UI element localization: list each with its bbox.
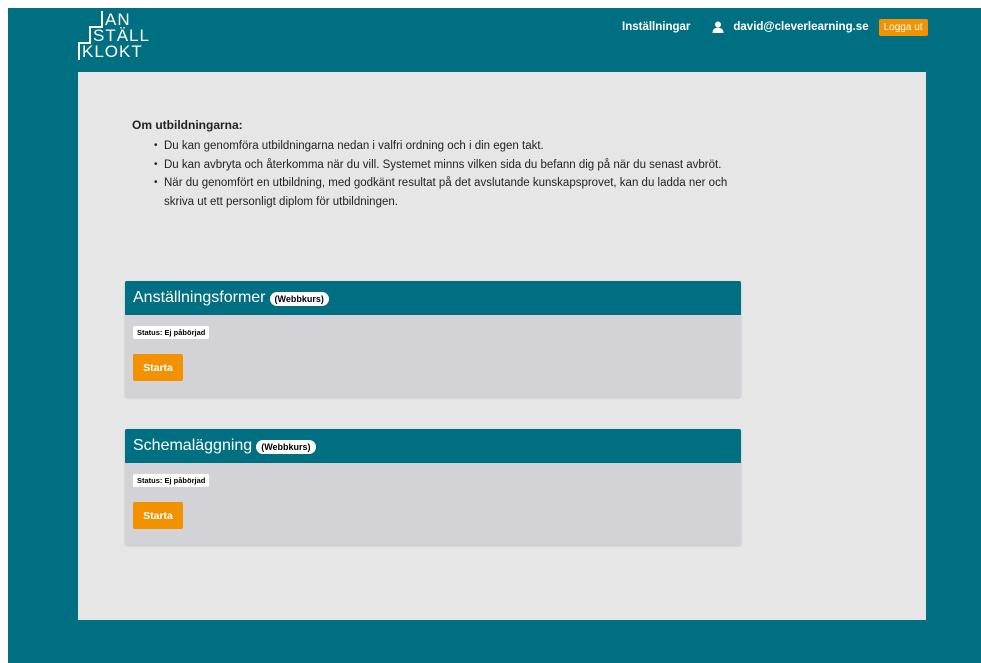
about-item: När du genomfört en utbildning, med godk… (154, 174, 754, 211)
logout-button[interactable]: Logga ut (878, 18, 928, 36)
logo[interactable]: AN STÄLL KLOKT (78, 10, 150, 62)
logo-line-3: KLOKT (78, 43, 143, 60)
status-badge: Status: Ej påbörjad (133, 474, 210, 487)
top-nav: Inställningar david@cleverlearning.se Lo… (622, 18, 928, 36)
page-frame: AN STÄLL KLOKT Inställningar david@cleve… (8, 8, 981, 663)
course-type-badge: (Webbkurs) (269, 292, 329, 306)
course-card-schemalaggning: Schemaläggning (Webbkurs) Status: Ej påb… (125, 429, 741, 545)
course-title[interactable]: Anställningsformer (133, 289, 266, 307)
course-header: Anställningsformer (Webbkurs) (125, 281, 741, 315)
start-course-button[interactable]: Starta (133, 354, 183, 381)
course-card-anstallningsformer: Anställningsformer (Webbkurs) Status: Ej… (125, 281, 741, 397)
course-title[interactable]: Schemaläggning (133, 437, 252, 455)
about-item: Du kan avbryta och återkomma när du vill… (154, 156, 754, 175)
start-course-button[interactable]: Starta (133, 502, 183, 529)
user-icon (712, 21, 724, 33)
about-item: Du kan genomföra utbildningarna nedan i … (154, 137, 754, 156)
course-header: Schemaläggning (Webbkurs) (125, 429, 741, 463)
status-badge: Status: Ej påbörjad (133, 326, 210, 339)
user-account-link[interactable]: david@cleverlearning.se (712, 21, 869, 33)
user-email: david@cleverlearning.se (733, 21, 869, 33)
about-heading: Om utbildningarna: (132, 118, 243, 132)
main-panel: Om utbildningarna: Du kan genomföra utbi… (78, 72, 926, 620)
settings-link[interactable]: Inställningar (622, 21, 690, 33)
course-type-badge: (Webbkurs) (256, 440, 316, 454)
about-list: Du kan genomföra utbildningarna nedan i … (140, 137, 754, 211)
